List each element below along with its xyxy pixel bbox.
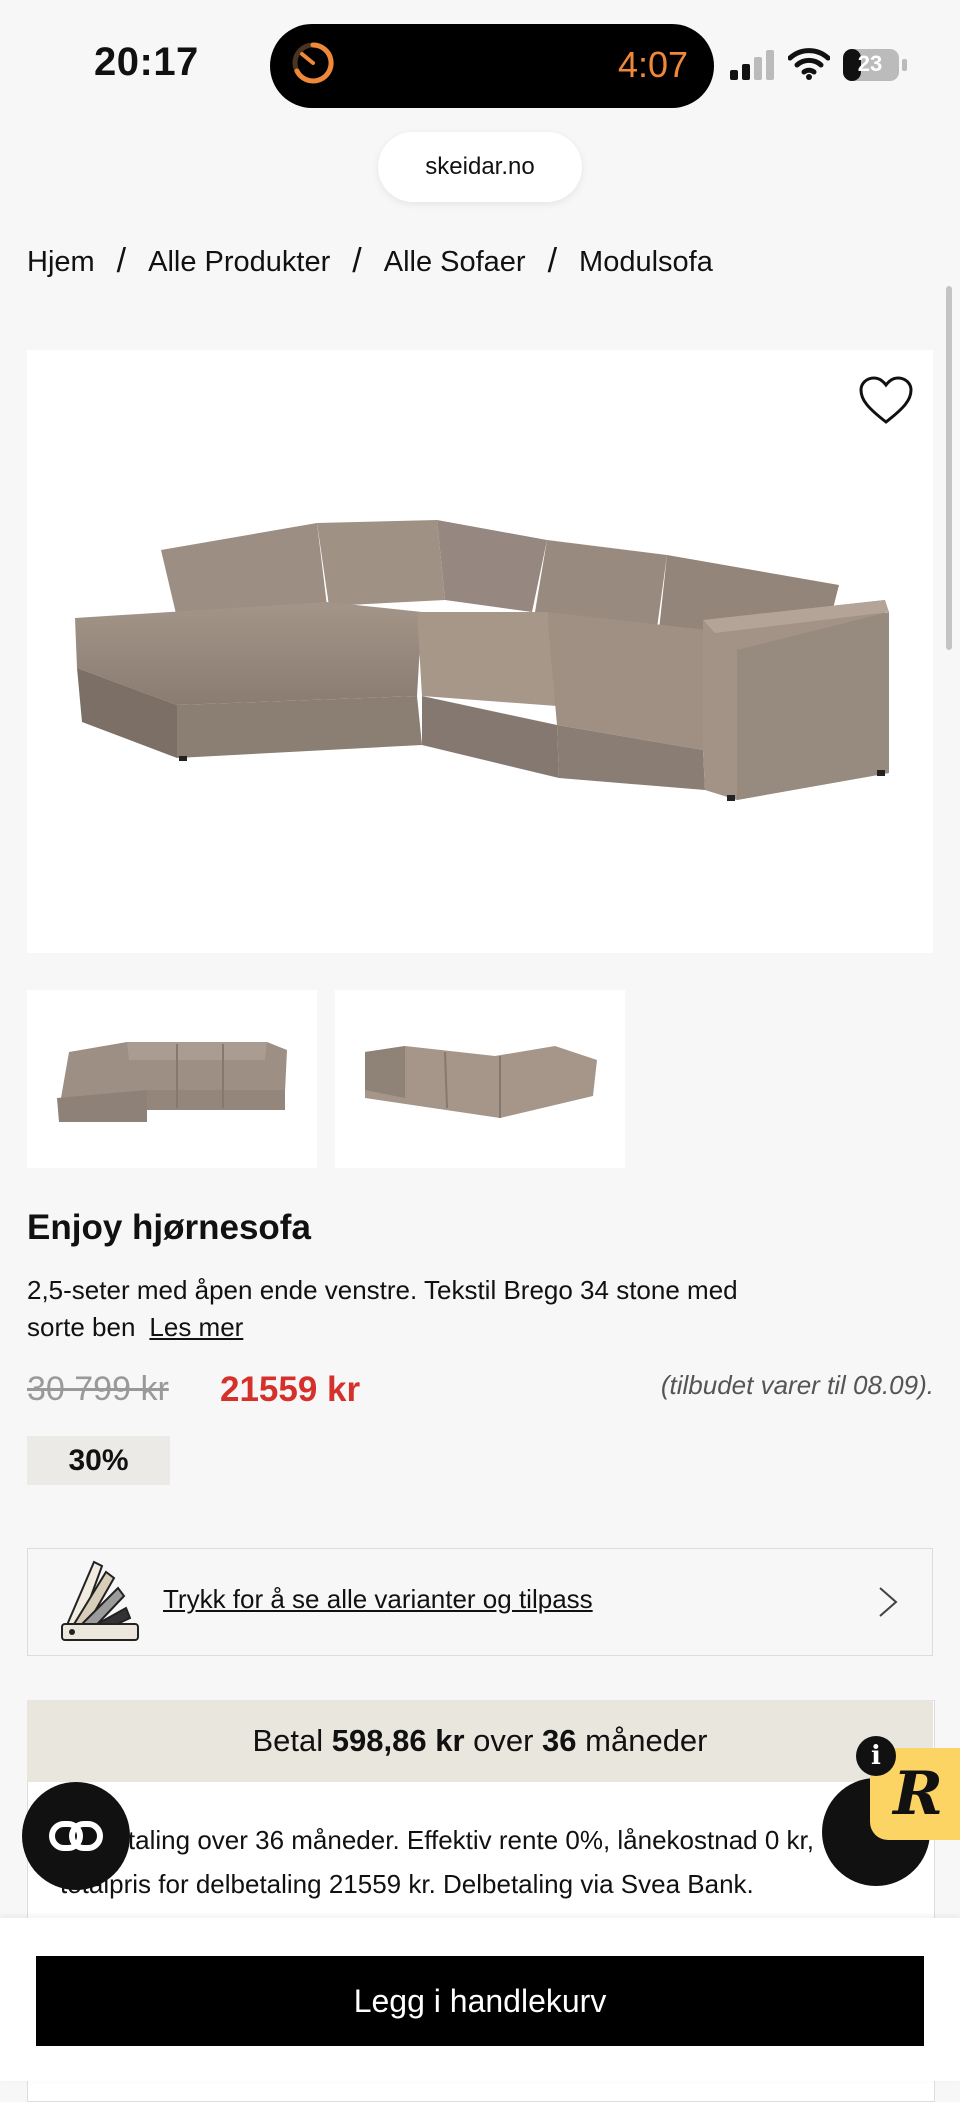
breadcrumb-separator: / <box>352 242 362 280</box>
old-price: 30 799 kr <box>27 1370 169 1408</box>
thumbnail-back[interactable] <box>335 990 625 1168</box>
product-main-image[interactable] <box>27 350 933 953</box>
payment-months: 36 <box>542 1723 577 1758</box>
breadcrumb-separator: / <box>547 242 558 280</box>
payment-head-suffix: måneder <box>576 1723 708 1758</box>
read-more-link[interactable]: Les mer <box>149 1312 243 1342</box>
payment-head-mid: over <box>464 1723 543 1758</box>
battery-level: 23 <box>857 51 883 76</box>
breadcrumb-all-products[interactable]: Alle Produkter <box>148 246 330 279</box>
variants-label[interactable]: Trykk for å se alle varianter og tilpass <box>163 1584 593 1615</box>
timer-ring-icon <box>292 42 334 84</box>
payment-text: Delbetaling over 36 måneder. Effektiv re… <box>60 1825 814 1899</box>
signal-icon <box>730 50 774 80</box>
heart-icon[interactable] <box>858 376 914 426</box>
sofa-thumbnail-back <box>365 1046 597 1118</box>
sofa-image <box>75 520 889 801</box>
info-icon[interactable]: i <box>856 1736 896 1776</box>
chevron-right-icon <box>879 1587 898 1617</box>
offer-note: (tilbudet varer til 08.09). <box>660 1370 934 1400</box>
payment-head-prefix: Betal <box>252 1723 332 1758</box>
add-to-cart-button[interactable]: Legg i handlekurv <box>36 1956 924 2046</box>
sofa-thumbnail-front <box>57 1042 287 1122</box>
product-description: 2,5-seter med åpen ende venstre. Tekstil… <box>27 1272 787 1346</box>
discount-badge: 30% <box>27 1436 170 1485</box>
breadcrumb-home[interactable]: Hjem <box>27 246 95 279</box>
status-time: 20:17 <box>94 40 199 84</box>
breadcrumb-all-sofas[interactable]: Alle Sofaer <box>384 246 526 279</box>
accessibility-button[interactable] <box>22 1782 130 1890</box>
thumbnail-front[interactable] <box>27 990 317 1168</box>
island-timer: 4:07 <box>618 44 689 85</box>
payment-amount: 598,86 kr <box>331 1723 465 1758</box>
payment-header: Betal 598,86 kr over 36 måneder <box>27 1700 933 1782</box>
url-bar[interactable]: skeidar.no <box>378 132 582 202</box>
breadcrumb-modular-sofa[interactable]: Modulsofa <box>579 246 713 279</box>
product-description-text: 2,5-seter med åpen ende venstre. Tekstil… <box>27 1275 738 1342</box>
wifi-icon <box>788 48 830 80</box>
co-link-icon <box>49 1821 103 1851</box>
breadcrumb-separator: / <box>116 242 127 280</box>
breadcrumb: Hjem / Alle Produkter / Alle Sofaer / Mo… <box>27 242 713 280</box>
fabric-swatch-icon <box>61 1560 139 1641</box>
product-title: Enjoy hjørnesofa <box>27 1208 311 1247</box>
sale-price: 21559 kr <box>220 1370 361 1409</box>
scrollbar[interactable] <box>946 286 952 650</box>
